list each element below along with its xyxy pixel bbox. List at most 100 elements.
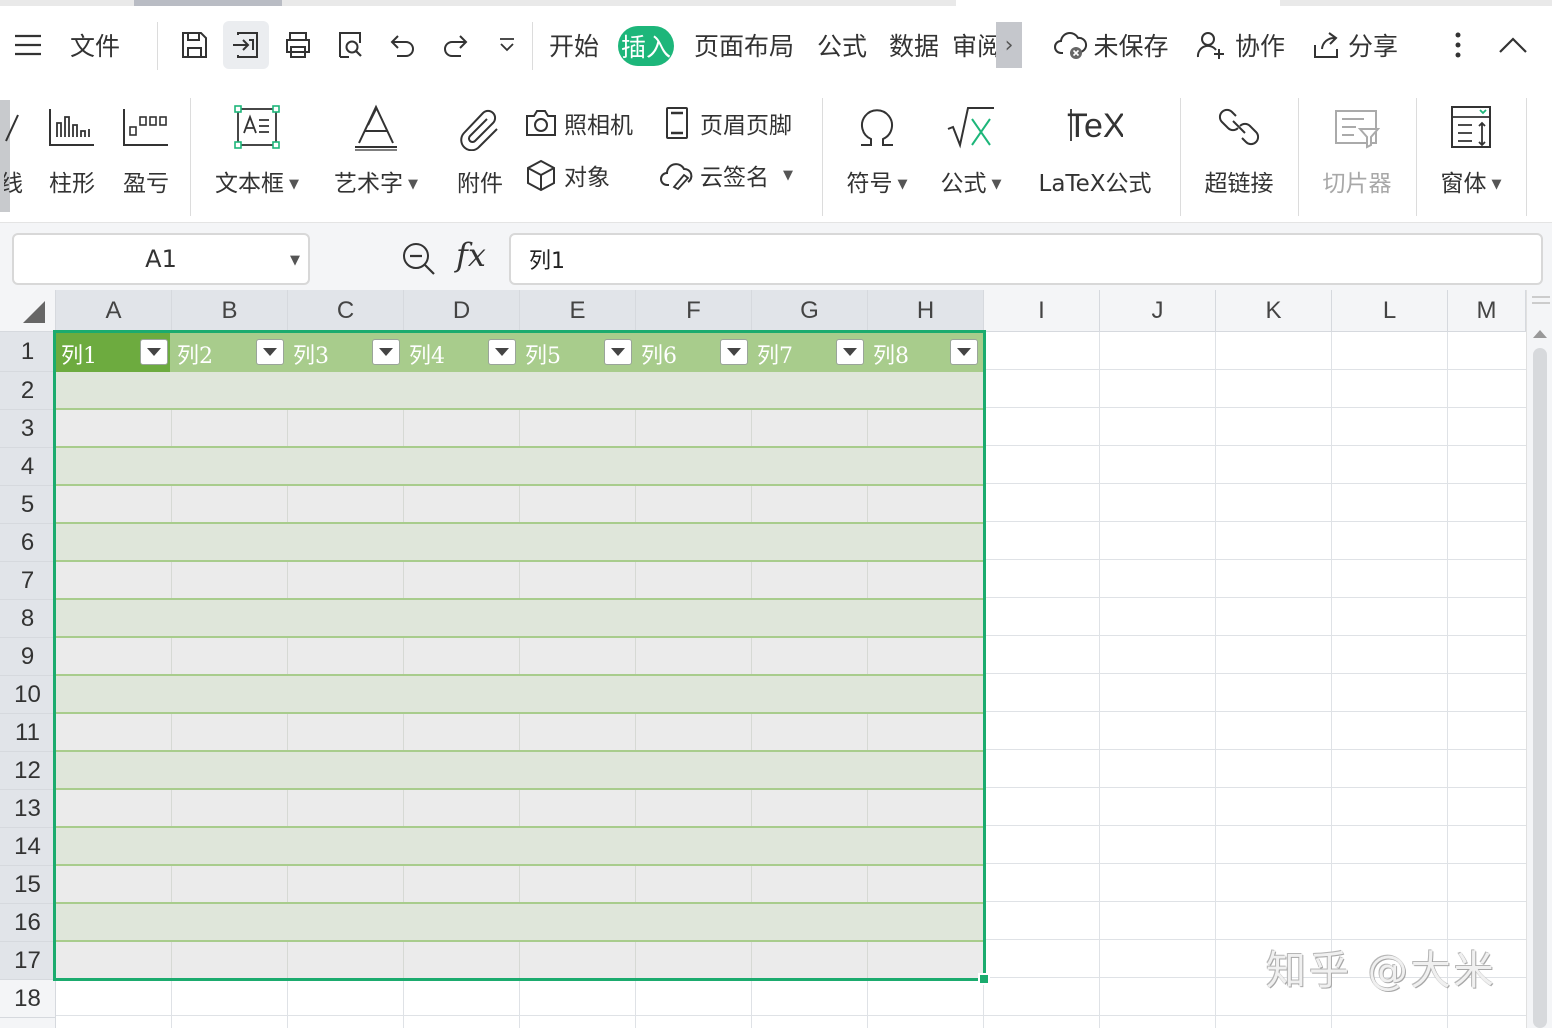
tab-home[interactable]: 开始 [540,6,608,84]
table-header-cell[interactable]: 列1 [56,332,172,372]
form-controls-button[interactable]: 窗体 ▼ [1434,98,1508,198]
row-header[interactable]: 14 [0,828,56,866]
line-sparkline-button[interactable]: 线 [4,98,24,198]
latex-button[interactable]: TeX LaTeX公式 [1034,98,1156,198]
column-header-h[interactable]: H [868,290,984,332]
filter-dropdown-icon[interactable] [950,339,978,365]
table-row[interactable] [56,942,983,980]
filter-dropdown-icon[interactable] [488,339,516,365]
row-header[interactable]: 3 [0,410,56,448]
fx-icon[interactable]: fx [456,236,486,274]
column-header-k[interactable]: K [1216,290,1332,332]
tab-data[interactable]: 数据 [880,6,948,84]
table-header-cell[interactable]: 列6 [636,332,752,372]
column-header-m[interactable]: M [1448,290,1526,332]
row-header[interactable]: 1 [0,332,56,372]
save-icon[interactable] [172,6,216,84]
row-header[interactable]: 17 [0,942,56,980]
table-row[interactable] [56,562,983,600]
table-row[interactable] [56,828,983,866]
hamburger-menu-icon[interactable] [8,6,48,84]
zoom-out-icon[interactable] [400,240,438,282]
table-header-cell[interactable]: 列7 [752,332,868,372]
row-header[interactable]: 13 [0,790,56,828]
table-row[interactable] [56,790,983,828]
tab-page-layout[interactable]: 页面布局 [686,6,802,84]
column-header-j[interactable]: J [1100,290,1216,332]
row-header[interactable]: 7 [0,562,56,600]
name-box[interactable]: A1 ▼ [12,233,310,285]
textbox-button[interactable]: 文本框 ▼ [210,98,304,198]
filter-dropdown-icon[interactable] [720,339,748,365]
table-header-cell[interactable]: 列5 [520,332,636,372]
tabs-more-chevron-icon[interactable]: › [996,22,1022,68]
column-sparkline-button[interactable]: 柱形 [44,98,100,198]
table-row[interactable] [56,486,983,524]
column-header-f[interactable]: F [636,290,752,332]
row-header[interactable]: 12 [0,752,56,790]
row-header[interactable]: 18 [0,980,56,1018]
filter-dropdown-icon[interactable] [256,339,284,365]
row-header[interactable]: 15 [0,866,56,904]
vertical-scrollbar[interactable] [1526,290,1552,1028]
column-header-i[interactable]: I [984,290,1100,332]
object-button[interactable]: 对象 [524,156,610,194]
filter-dropdown-icon[interactable] [372,339,400,365]
table-row[interactable] [56,638,983,676]
column-header-l[interactable]: L [1332,290,1448,332]
table-row[interactable] [56,448,983,486]
quick-access-dropdown-icon[interactable] [490,6,524,84]
wordart-button[interactable]: 艺术字 ▼ [328,98,424,198]
collapse-ribbon-icon[interactable] [1494,6,1532,84]
export-icon[interactable] [223,21,269,69]
table-row[interactable] [56,676,983,714]
scroll-up-arrow-icon[interactable] [1533,330,1547,338]
print-preview-icon[interactable] [328,6,372,84]
table-row[interactable] [56,600,983,638]
share-button[interactable]: 分享 [1302,6,1406,84]
row-header[interactable]: 16 [0,904,56,942]
tab-formulas[interactable]: 公式 [808,6,876,84]
table-header-cell[interactable]: 列2 [172,332,288,372]
table-row[interactable] [56,372,983,410]
collaborate-button[interactable]: 协作 [1190,6,1290,84]
table-row[interactable] [56,866,983,904]
table-header-cell[interactable]: 列4 [404,332,520,372]
redo-icon[interactable] [434,6,478,84]
fill-handle[interactable] [978,973,990,985]
column-header-b[interactable]: B [172,290,288,332]
select-all-corner[interactable] [0,290,56,332]
scroll-thumb[interactable] [1533,348,1547,1028]
column-header-d[interactable]: D [404,290,520,332]
row-header[interactable]: 10 [0,676,56,714]
header-footer-button[interactable]: 页眉页脚 [660,104,792,142]
slicer-button[interactable]: 切片器 [1318,98,1396,198]
more-options-icon[interactable] [1440,6,1476,84]
name-box-dropdown-icon[interactable]: ▼ [290,253,300,268]
row-header[interactable]: 11 [0,714,56,752]
filter-dropdown-icon[interactable] [836,339,864,365]
formula-button[interactable]: 公式 ▼ [934,98,1008,198]
hyperlink-button[interactable]: 超链接 [1200,98,1278,198]
camera-button[interactable]: 照相机 [524,104,633,142]
undo-icon[interactable] [380,6,424,84]
cloud-sign-button[interactable]: 云签名 ▼ [660,156,793,194]
table-row[interactable] [56,714,983,752]
row-header[interactable] [0,1018,56,1028]
table-row[interactable] [56,410,983,448]
filter-dropdown-icon[interactable] [140,339,168,365]
table-row[interactable] [56,904,983,942]
row-header[interactable]: 5 [0,486,56,524]
row-header[interactable]: 6 [0,524,56,562]
column-header-c[interactable]: C [288,290,404,332]
row-header[interactable]: 4 [0,448,56,486]
attachment-button[interactable]: 附件 [450,98,510,198]
unsaved-status[interactable]: 未保存 [1048,6,1174,84]
symbol-button[interactable]: 符号 ▼ [840,98,914,198]
print-icon[interactable] [276,6,320,84]
row-header[interactable]: 2 [0,372,56,410]
tab-insert[interactable]: 插入 [618,26,674,66]
file-menu[interactable]: 文件 [60,6,130,84]
column-header-a[interactable]: A [56,290,172,332]
table-row[interactable] [56,524,983,562]
